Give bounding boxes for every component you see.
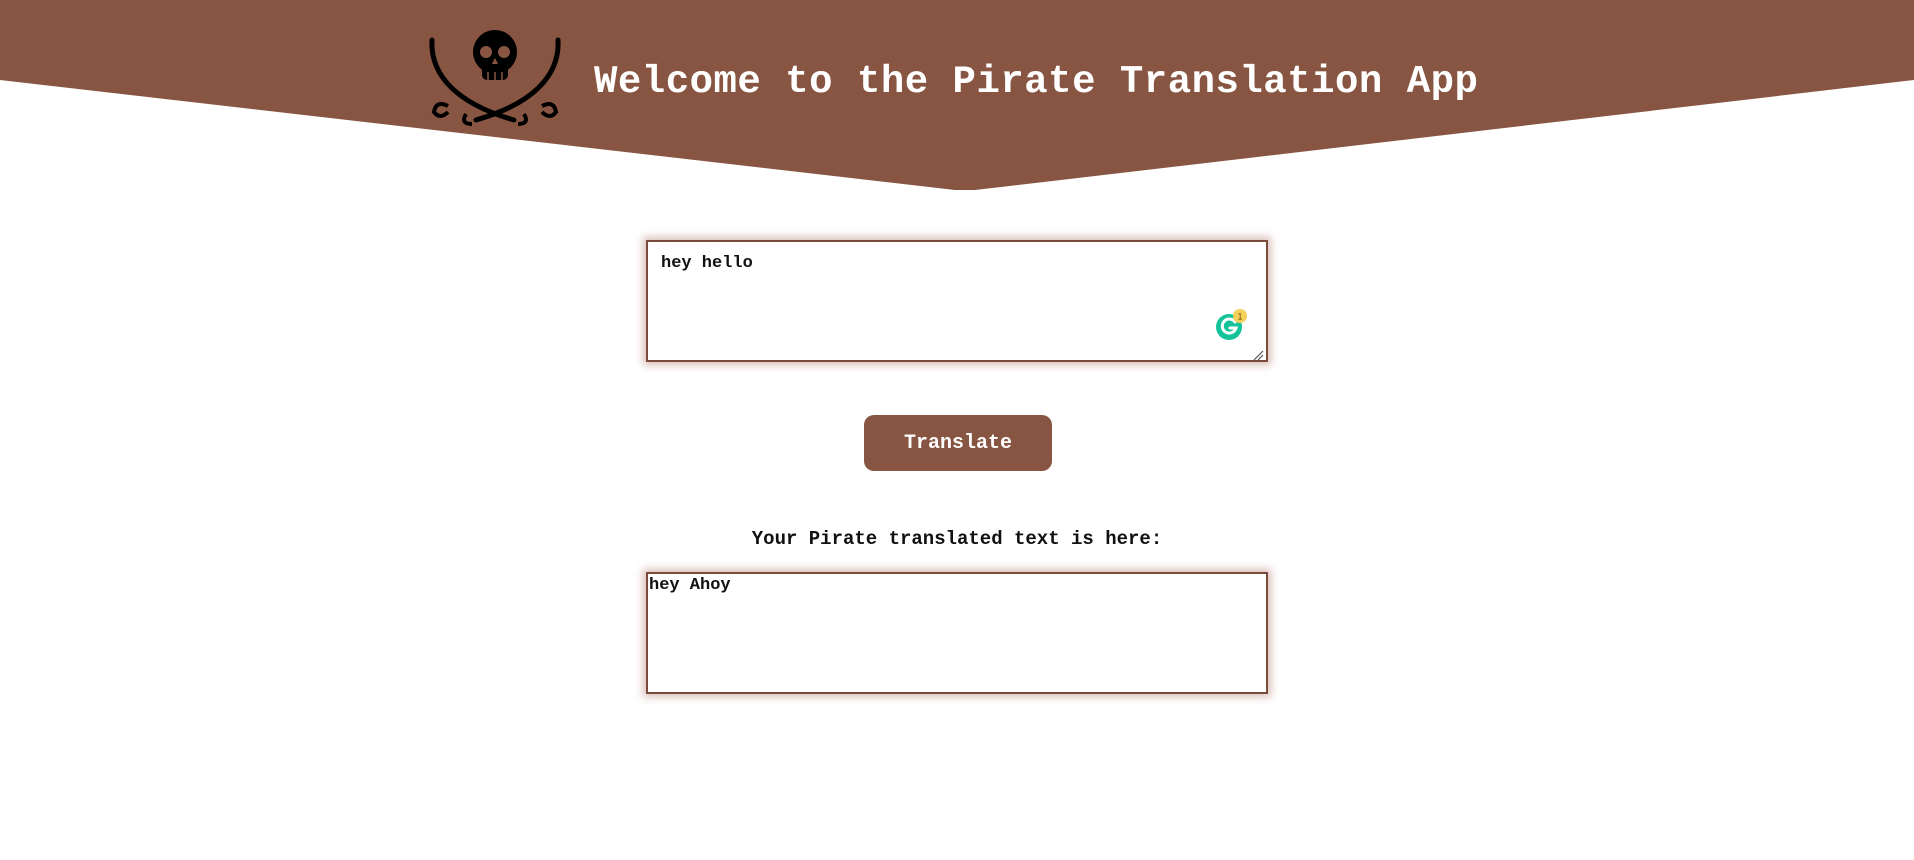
translate-button[interactable]: Translate [864, 415, 1052, 471]
resize-grip-icon[interactable] [1253, 350, 1264, 361]
page: Welcome to the Pirate Translation App he… [0, 0, 1914, 860]
output-textarea[interactable]: hey Ahoy [646, 572, 1268, 694]
output-label: Your Pirate translated text is here: [751, 528, 1163, 550]
skull-crossed-swords-icon [429, 30, 561, 126]
output-text: hey Ahoy [649, 576, 731, 595]
page-title: Welcome to the Pirate Translation App [594, 60, 1479, 104]
input-textarea[interactable]: hey hello [646, 240, 1268, 362]
grammarly-badge-count: 1 [1237, 312, 1242, 322]
input-text: hey hello [661, 254, 753, 273]
grammarly-icon[interactable]: 1 [1215, 309, 1247, 341]
